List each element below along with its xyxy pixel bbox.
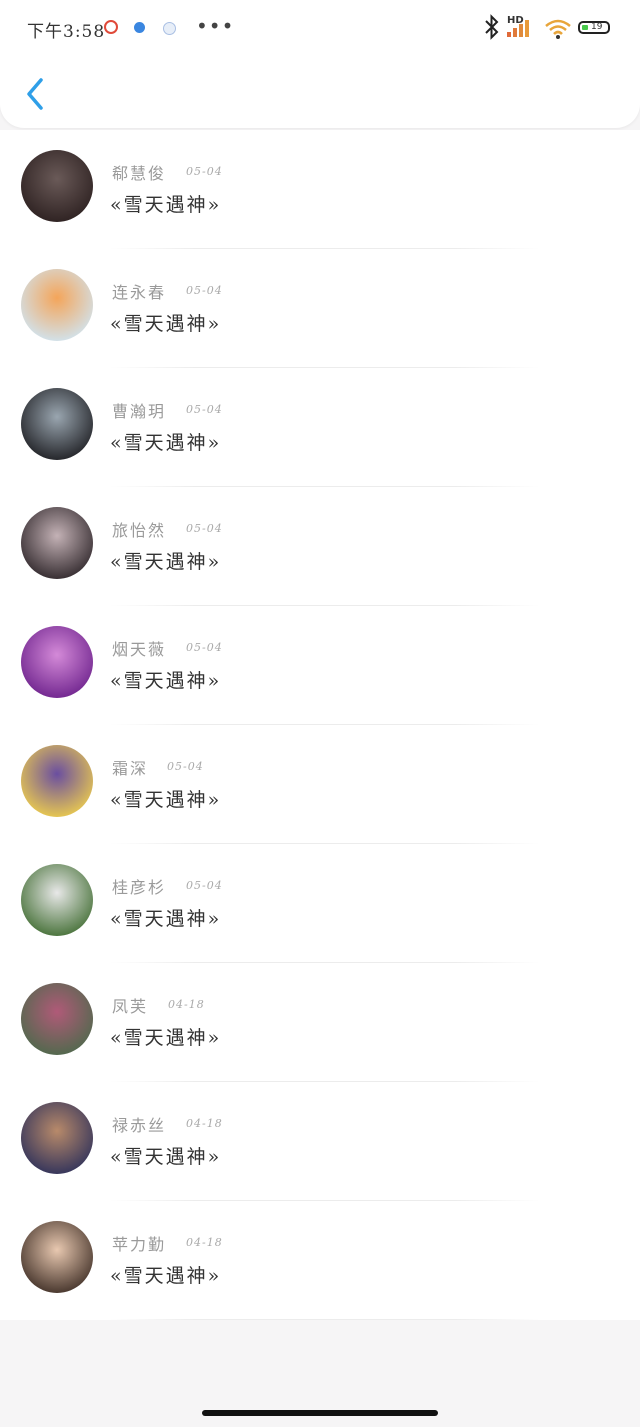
notification-app2-icon — [163, 22, 176, 35]
battery-fill — [582, 25, 588, 30]
message-date: 05-04 — [186, 284, 223, 297]
conversation-row[interactable]: 桂彦杉 05-04 «雪天遇神» — [0, 844, 640, 963]
message-preview: «雪天遇神» — [110, 1027, 222, 1049]
message-preview: «雪天遇神» — [110, 789, 222, 811]
message-date: 05-04 — [186, 403, 223, 416]
status-time: 下午3:58 — [27, 22, 106, 42]
conversation-row[interactable]: 旅怡然 05-04 «雪天遇神» — [0, 487, 640, 606]
sender-name: 旅怡然 — [112, 521, 167, 540]
notification-app-icon — [134, 22, 145, 33]
conversation-row[interactable]: 郗慧俊 05-04 «雪天遇神» — [0, 130, 640, 249]
home-indicator[interactable] — [202, 1410, 438, 1416]
battery-level: 19 — [591, 22, 603, 32]
sender-name: 连永春 — [112, 283, 167, 302]
message-date: 05-04 — [186, 879, 223, 892]
sender-name: 曹瀚玥 — [112, 402, 167, 421]
sender-name: 苹力勤 — [112, 1235, 167, 1254]
sender-name: 霜深 — [112, 759, 149, 778]
sender-name: 凤芙 — [112, 997, 149, 1016]
sender-name: 郗慧俊 — [112, 164, 167, 183]
message-preview: «雪天遇神» — [110, 551, 222, 573]
signal-icon — [507, 20, 529, 37]
sender-name: 烟天薇 — [112, 640, 167, 659]
message-date: 05-04 — [167, 760, 204, 773]
conversation-row[interactable]: 霜深 05-04 «雪天遇神» — [0, 725, 640, 844]
sender-name: 禄赤丝 — [112, 1116, 167, 1135]
message-date: 04-18 — [186, 1236, 223, 1249]
notification-weibo-icon — [104, 20, 118, 34]
avatar[interactable] — [21, 388, 93, 460]
avatar[interactable] — [21, 150, 93, 222]
avatar[interactable] — [21, 1221, 93, 1293]
row-divider — [110, 1319, 540, 1320]
back-chevron-left-icon[interactable] — [22, 74, 52, 114]
avatar[interactable] — [21, 864, 93, 936]
message-preview: «雪天遇神» — [110, 313, 222, 335]
avatar[interactable] — [21, 269, 93, 341]
avatar[interactable] — [21, 1102, 93, 1174]
message-preview: «雪天遇神» — [110, 1265, 222, 1287]
header: 下午3:58 ••• HD 19 — [0, 0, 640, 128]
status-bar: 下午3:58 ••• HD 19 — [0, 0, 640, 58]
message-date: 04-18 — [168, 998, 205, 1011]
message-preview: «雪天遇神» — [110, 432, 222, 454]
conversation-row[interactable]: 苹力勤 04-18 «雪天遇神» — [0, 1201, 640, 1320]
conversation-row[interactable]: 烟天薇 05-04 «雪天遇神» — [0, 606, 640, 725]
battery-icon: 19 — [578, 21, 610, 34]
message-date: 05-04 — [186, 641, 223, 654]
message-date: 05-04 — [186, 522, 223, 535]
conversation-row[interactable]: 凤芙 04-18 «雪天遇神» — [0, 963, 640, 1082]
avatar[interactable] — [21, 626, 93, 698]
avatar[interactable] — [21, 507, 93, 579]
message-preview: «雪天遇神» — [110, 1146, 222, 1168]
message-date: 04-18 — [186, 1117, 223, 1130]
message-preview: «雪天遇神» — [110, 908, 222, 930]
conversation-row[interactable]: 曹瀚玥 05-04 «雪天遇神» — [0, 368, 640, 487]
bluetooth-icon — [485, 14, 499, 40]
wifi-icon — [545, 19, 571, 39]
message-preview: «雪天遇神» — [110, 194, 222, 216]
conversation-row[interactable]: 禄赤丝 04-18 «雪天遇神» — [0, 1082, 640, 1201]
more-notifications-icon: ••• — [196, 14, 235, 38]
message-preview: «雪天遇神» — [110, 670, 222, 692]
avatar[interactable] — [21, 745, 93, 817]
conversation-list: 郗慧俊 05-04 «雪天遇神» 连永春 05-04 «雪天遇神» 曹瀚玥 05-04 «雪天遇… — [0, 130, 640, 1320]
message-date: 05-04 — [186, 165, 223, 178]
avatar[interactable] — [21, 983, 93, 1055]
conversation-row[interactable]: 连永春 05-04 «雪天遇神» — [0, 249, 640, 368]
sender-name: 桂彦杉 — [112, 878, 167, 897]
